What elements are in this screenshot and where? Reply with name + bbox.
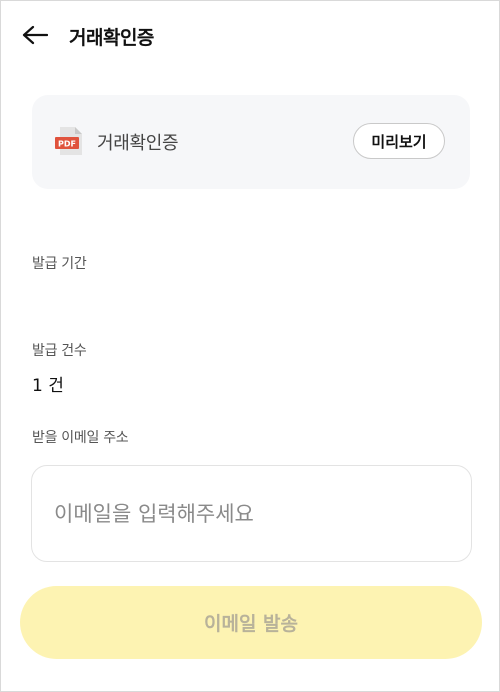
issue-count-value: 1 건	[32, 376, 64, 396]
document-name: 거래확인증	[97, 133, 179, 154]
page-title: 거래확인증	[69, 27, 154, 49]
issue-count-label: 발급 건수	[32, 343, 87, 359]
back-button[interactable]	[15, 17, 55, 53]
send-email-button[interactable]: 이메일 발송	[20, 586, 482, 659]
email-field[interactable]	[31, 465, 472, 562]
document-card: PDF 거래확인증 미리보기	[32, 95, 470, 189]
screen: 거래확인증 PDF 거래확인증 미리보기 발급 기간 발급 건수 1 건 받을 …	[0, 0, 500, 692]
pdf-icon-label: PDF	[58, 139, 76, 148]
email-label: 받을 이메일 주소	[32, 430, 129, 446]
issue-period-label: 발급 기간	[32, 256, 87, 272]
email-input[interactable]	[54, 496, 444, 532]
arrow-left-icon	[22, 25, 48, 45]
preview-button[interactable]: 미리보기	[353, 123, 445, 159]
header: 거래확인증	[1, 1, 499, 71]
pdf-file-icon: PDF	[54, 125, 86, 157]
